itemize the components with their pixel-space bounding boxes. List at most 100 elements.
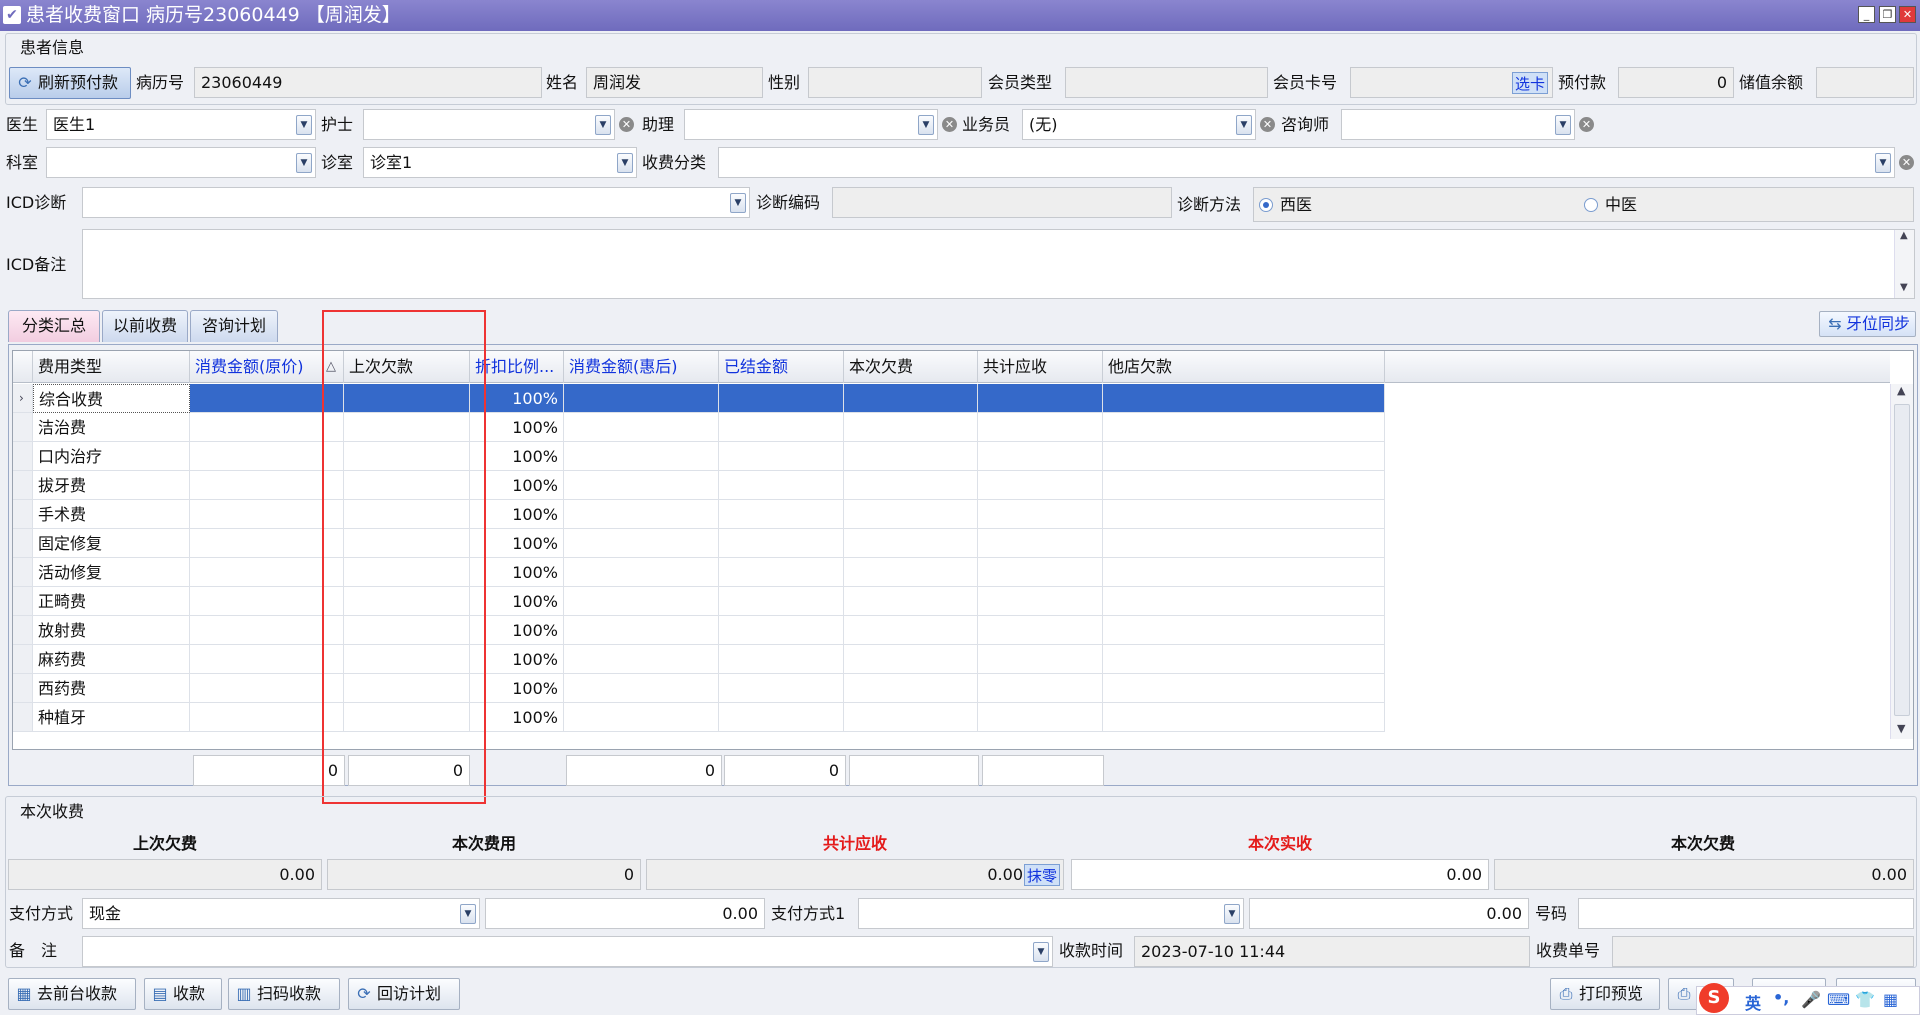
table-cell[interactable] bbox=[844, 500, 978, 529]
cell-discount[interactable]: 100% bbox=[470, 558, 564, 587]
table-cell[interactable] bbox=[719, 616, 844, 645]
table-cell[interactable] bbox=[978, 645, 1103, 674]
table-row[interactable]: 洁治费 100% bbox=[13, 413, 1388, 442]
table-cell[interactable] bbox=[344, 384, 470, 413]
tooth-sync-button[interactable]: ⇆ 牙位同步 bbox=[1819, 311, 1916, 337]
cell-discount[interactable]: 100% bbox=[470, 384, 564, 413]
table-cell[interactable] bbox=[719, 703, 844, 732]
table-cell[interactable] bbox=[1103, 703, 1385, 732]
table-cell[interactable] bbox=[1103, 529, 1385, 558]
icd-diag-select[interactable]: ▼ bbox=[82, 187, 750, 218]
row-indicator[interactable] bbox=[13, 558, 33, 587]
table-cell[interactable] bbox=[978, 703, 1103, 732]
table-cell[interactable] bbox=[190, 616, 344, 645]
table-cell[interactable] bbox=[344, 558, 470, 587]
consultant-select[interactable]: ▼ bbox=[1341, 109, 1575, 140]
microphone-icon[interactable]: 🎤 bbox=[1801, 990, 1821, 1009]
table-cell[interactable] bbox=[344, 674, 470, 703]
table-cell[interactable] bbox=[719, 471, 844, 500]
cell-fee-type[interactable]: 综合收费 bbox=[33, 384, 190, 413]
table-cell[interactable] bbox=[190, 442, 344, 471]
col-settled[interactable]: 已结金额 bbox=[719, 351, 844, 383]
cell-fee-type[interactable]: 种植牙 bbox=[33, 703, 190, 732]
cell-fee-type[interactable]: 西药费 bbox=[33, 674, 190, 703]
table-cell[interactable] bbox=[719, 413, 844, 442]
table-cell[interactable] bbox=[719, 645, 844, 674]
row-indicator[interactable] bbox=[13, 500, 33, 529]
table-cell[interactable] bbox=[564, 413, 719, 442]
cell-fee-type[interactable]: 拔牙费 bbox=[33, 471, 190, 500]
nurse-select[interactable]: ▼ bbox=[363, 109, 615, 140]
table-cell[interactable] bbox=[844, 384, 978, 413]
radio-chinese[interactable] bbox=[1584, 198, 1598, 212]
table-cell[interactable] bbox=[844, 587, 978, 616]
table-cell[interactable] bbox=[190, 500, 344, 529]
chevron-down-icon[interactable]: ▼ bbox=[296, 115, 312, 135]
table-cell[interactable] bbox=[1103, 471, 1385, 500]
table-cell[interactable] bbox=[844, 529, 978, 558]
table-cell[interactable] bbox=[564, 703, 719, 732]
table-cell[interactable] bbox=[1103, 616, 1385, 645]
chevron-down-icon[interactable]: ▼ bbox=[1875, 153, 1891, 173]
radio-western[interactable] bbox=[1259, 198, 1273, 212]
table-cell[interactable] bbox=[719, 558, 844, 587]
chevron-down-icon[interactable]: ▼ bbox=[617, 153, 633, 173]
row-indicator[interactable] bbox=[13, 616, 33, 645]
ime-toolbar[interactable]: S 英 •, 🎤 ⌨ 👕 ▦ bbox=[1696, 983, 1920, 1015]
table-cell[interactable] bbox=[564, 587, 719, 616]
table-cell[interactable] bbox=[844, 616, 978, 645]
ime-lang[interactable]: 英 bbox=[1745, 990, 1761, 1014]
cell-discount[interactable]: 100% bbox=[470, 674, 564, 703]
table-cell[interactable] bbox=[719, 500, 844, 529]
table-cell[interactable] bbox=[978, 587, 1103, 616]
table-cell[interactable] bbox=[719, 529, 844, 558]
table-cell[interactable] bbox=[1103, 500, 1385, 529]
cell-fee-type[interactable]: 麻药费 bbox=[33, 645, 190, 674]
table-row[interactable]: › 综合收费 100% bbox=[13, 384, 1388, 413]
col-this-debt[interactable]: 本次欠费 bbox=[844, 351, 978, 383]
table-cell[interactable] bbox=[190, 645, 344, 674]
table-cell[interactable] bbox=[1103, 384, 1385, 413]
pay1-amount-input[interactable]: 0.00 bbox=[1249, 898, 1529, 929]
col-total[interactable]: 共计应收 bbox=[978, 351, 1103, 383]
table-row[interactable]: 活动修复 100% bbox=[13, 558, 1388, 587]
row-indicator[interactable] bbox=[13, 587, 33, 616]
close-icon[interactable]: ✕ bbox=[1899, 6, 1916, 23]
table-cell[interactable] bbox=[190, 558, 344, 587]
table-cell[interactable] bbox=[719, 587, 844, 616]
cell-discount[interactable]: 100% bbox=[470, 500, 564, 529]
refresh-prepay-button[interactable]: ⟳ 刷新预付款 bbox=[9, 67, 131, 99]
revisit-plan-button[interactable]: ⟳ 回访计划 bbox=[348, 978, 460, 1010]
table-cell[interactable] bbox=[1103, 413, 1385, 442]
table-cell[interactable] bbox=[564, 645, 719, 674]
tab-category-summary[interactable]: 分类汇总 bbox=[8, 310, 100, 342]
table-row[interactable]: 西药费 100% bbox=[13, 674, 1388, 703]
table-cell[interactable] bbox=[1103, 442, 1385, 471]
cell-fee-type[interactable]: 正畸费 bbox=[33, 587, 190, 616]
chevron-down-icon[interactable]: ▼ bbox=[595, 115, 611, 135]
table-row[interactable]: 正畸费 100% bbox=[13, 587, 1388, 616]
scroll-down-icon[interactable]: ▼ bbox=[1900, 282, 1908, 293]
table-row[interactable]: 放射费 100% bbox=[13, 616, 1388, 645]
round-off-button[interactable]: 抹零 bbox=[1024, 864, 1061, 886]
fee-class-select[interactable]: ▼ bbox=[718, 147, 1895, 178]
table-cell[interactable] bbox=[564, 442, 719, 471]
scroll-up-icon[interactable]: ▲ bbox=[1897, 384, 1905, 397]
table-cell[interactable] bbox=[190, 384, 344, 413]
table-cell[interactable] bbox=[564, 674, 719, 703]
actual-input[interactable]: 0.00 bbox=[1071, 859, 1489, 890]
clear-icon[interactable]: ✕ bbox=[619, 117, 634, 132]
toolbox-icon[interactable]: ▦ bbox=[1883, 990, 1898, 1009]
table-cell[interactable] bbox=[978, 558, 1103, 587]
table-cell[interactable] bbox=[564, 500, 719, 529]
table-cell[interactable] bbox=[344, 529, 470, 558]
cell-discount[interactable]: 100% bbox=[470, 587, 564, 616]
chevron-down-icon[interactable]: ▼ bbox=[1224, 904, 1240, 924]
chevron-down-icon[interactable]: ▼ bbox=[1236, 115, 1252, 135]
cell-discount[interactable]: 100% bbox=[470, 529, 564, 558]
table-cell[interactable] bbox=[564, 616, 719, 645]
table-cell[interactable] bbox=[978, 413, 1103, 442]
clear-icon[interactable]: ✕ bbox=[942, 117, 957, 132]
front-desk-button[interactable]: ▦ 去前台收款 bbox=[8, 978, 136, 1010]
restore-icon[interactable]: ❐ bbox=[1879, 6, 1896, 23]
